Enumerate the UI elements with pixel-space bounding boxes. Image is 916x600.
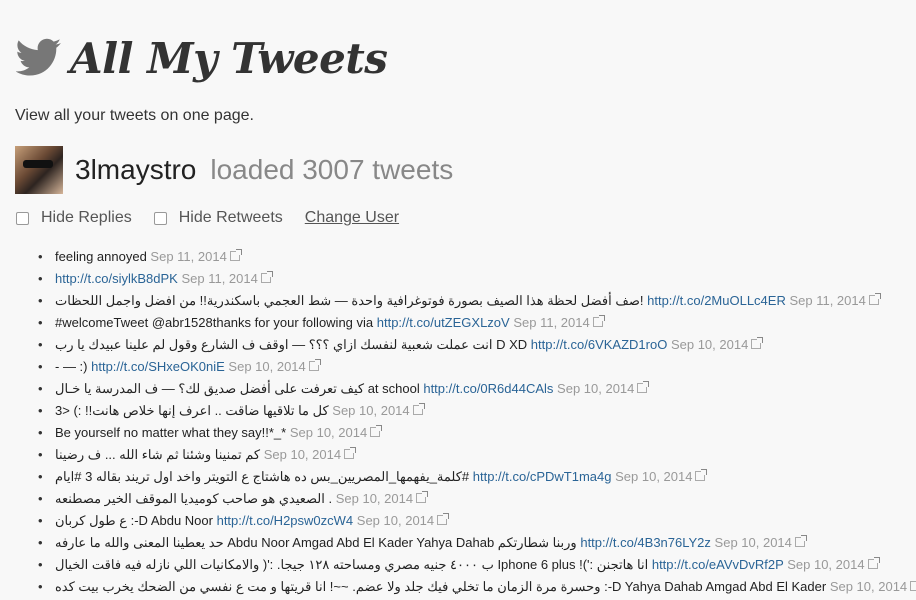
- tweet-item: انت عملت شعبية لنفسك ازاي ؟؟؟ — اوقف ف ا…: [38, 334, 916, 356]
- tagline: View all your tweets on one page.: [15, 107, 254, 124]
- tweet-item: الصعيدي هو صاحب كوميديا الموقف الخير مصط…: [38, 488, 916, 510]
- tweet-item: كلمة_يفهمها_المصريين_بس ده هاشتاج ع التو…: [38, 466, 916, 488]
- app-header: All My Tweets: [16, 28, 388, 88]
- tweet-date[interactable]: Sep 10, 2014: [332, 403, 409, 418]
- tweet-text: كيف تعرفت على أفضل صديق لك؟ — ف المدرسة …: [55, 381, 424, 396]
- external-link-icon[interactable]: [370, 425, 383, 437]
- tweet-text: - — :): [55, 359, 92, 374]
- external-link-icon[interactable]: [867, 557, 880, 569]
- change-user-link[interactable]: Change User: [305, 209, 399, 227]
- external-link-icon[interactable]: [412, 403, 425, 415]
- hide-replies-label: Hide Replies: [41, 209, 132, 226]
- tweet-date[interactable]: Sep 10, 2014: [264, 447, 341, 462]
- tweet-item: كيف تعرفت على أفضل صديق لك؟ — ف المدرسة …: [38, 378, 916, 400]
- external-link-icon[interactable]: [868, 293, 881, 305]
- tweet-text: صف أفضل لحظة هذا الصيف بصورة فوتوغرافية …: [55, 293, 648, 308]
- tweet-item: صف أفضل لحظة هذا الصيف بصورة فوتوغرافية …: [38, 290, 916, 312]
- tweet-text: كلمة_يفهمها_المصريين_بس ده هاشتاج ع التو…: [55, 469, 473, 484]
- tweet-date[interactable]: Sep 10, 2014: [557, 381, 634, 396]
- tweet-link[interactable]: http://t.co/0R6d44CAls: [423, 381, 553, 396]
- tweet-date[interactable]: Sep 10, 2014: [228, 359, 305, 374]
- hide-retweets-label: Hide Retweets: [178, 209, 283, 226]
- filter-controls: Hide Replies Hide Retweets Change User: [16, 209, 399, 227]
- external-link-icon[interactable]: [637, 381, 650, 393]
- tweet-link[interactable]: http://t.co/2MuOLLc4ER: [647, 293, 786, 308]
- tweet-date[interactable]: Sep 11, 2014: [181, 271, 257, 286]
- tweet-item: حد يعطينا المعنى والله ما عارفه Abdu Noo…: [38, 532, 916, 554]
- tweet-item: وحسرة مرة الزمان ما تخلي فيك جلد ولا عضم…: [38, 576, 916, 598]
- tweet-date[interactable]: Sep 10, 2014: [615, 469, 692, 484]
- tweet-item: ب ٤٠٠٠ جنيه مصري ومساحته ١٢٨ جيجا. :'( و…: [38, 554, 916, 576]
- tweet-item: ع طول كربان :-D Abdu Noor http://t.co/H2…: [38, 510, 916, 532]
- external-link-icon[interactable]: [695, 469, 708, 481]
- tweet-date[interactable]: Sep 11, 2014: [513, 315, 589, 330]
- twitter-bird-icon: [16, 38, 61, 76]
- tweet-text: كم تمنينا وشئنا ثم شاء الله ... ف رضينا: [55, 447, 264, 462]
- tweet-item: كم تمنينا وشئنا ثم شاء الله ... ف رضينا …: [38, 444, 916, 466]
- tweet-text: كل ما تلاقيها ضاقت .. اعرف إنها خلاص هان…: [55, 403, 333, 418]
- tweet-text: feeling annoyed: [55, 249, 151, 264]
- tweet-link[interactable]: http://t.co/H2psw0zcW4: [217, 513, 354, 528]
- tweet-text: الصعيدي هو صاحب كوميديا الموقف الخير مصط…: [55, 491, 336, 506]
- avatar: [15, 146, 63, 194]
- hide-retweets-option[interactable]: Hide Retweets: [153, 209, 283, 227]
- external-link-icon[interactable]: [308, 359, 321, 371]
- username: 3lmaystro: [75, 154, 197, 185]
- tweet-link[interactable]: http://t.co/siylkB8dPK: [55, 271, 178, 286]
- tweet-text: #welcomeTweet @abr1528thanks for your fo…: [55, 315, 377, 330]
- tweet-link[interactable]: http://t.co/utZEGXLzoV: [377, 315, 510, 330]
- tweet-count-text: loaded 3007 tweets: [210, 154, 454, 185]
- tweet-date[interactable]: Sep 10, 2014: [357, 513, 434, 528]
- external-link-icon[interactable]: [910, 581, 916, 591]
- tweet-date[interactable]: Sep 10, 2014: [787, 557, 864, 572]
- tweet-link[interactable]: http://t.co/eAVvDvRf2P: [652, 557, 784, 572]
- tweet-date[interactable]: Sep 11, 2014: [150, 249, 226, 264]
- external-link-icon[interactable]: [416, 491, 429, 503]
- tweet-link[interactable]: http://t.co/SHxeOK0niE: [91, 359, 225, 374]
- tweet-text: انت عملت شعبية لنفسك ازاي ؟؟؟ — اوقف ف ا…: [55, 337, 531, 352]
- app-title: All My Tweets: [70, 33, 388, 83]
- external-link-icon[interactable]: [751, 337, 764, 349]
- tweet-text: وحسرة مرة الزمان ما تخلي فيك جلد ولا عضم…: [55, 579, 830, 594]
- tweet-text: حد يعطينا المعنى والله ما عارفه Abdu Noo…: [55, 535, 581, 550]
- tweet-item: Be yourself no matter what they say!!*_*…: [38, 422, 916, 444]
- user-summary: 3lmaystro loaded 3007 tweets: [15, 145, 453, 195]
- tweet-link[interactable]: http://t.co/4B3n76LY2z: [580, 535, 711, 550]
- external-link-icon[interactable]: [229, 249, 242, 261]
- external-link-icon[interactable]: [344, 447, 357, 459]
- tweet-item: #welcomeTweet @abr1528thanks for your fo…: [38, 312, 916, 334]
- tweet-date[interactable]: Sep 11, 2014: [789, 293, 865, 308]
- tweet-item: - — :) http://t.co/SHxeOK0niE Sep 10, 20…: [38, 356, 916, 378]
- tweet-date[interactable]: Sep 10, 2014: [671, 337, 748, 352]
- external-link-icon[interactable]: [794, 535, 807, 547]
- external-link-icon[interactable]: [260, 271, 273, 283]
- hide-replies-option[interactable]: Hide Replies: [16, 209, 132, 227]
- tweet-date[interactable]: Sep 10, 2014: [830, 579, 907, 594]
- hide-replies-checkbox[interactable]: [16, 211, 29, 225]
- tweet-item: feeling annoyed Sep 11, 2014: [38, 246, 916, 268]
- hide-retweets-checkbox[interactable]: [153, 211, 167, 225]
- tweet-date[interactable]: Sep 10, 2014: [715, 535, 792, 550]
- tweet-date[interactable]: Sep 10, 2014: [336, 491, 413, 506]
- tweet-date[interactable]: Sep 10, 2014: [290, 425, 367, 440]
- external-link-icon[interactable]: [592, 315, 605, 327]
- tweet-text: Be yourself no matter what they say!!*_*: [55, 425, 290, 440]
- tweet-text: ب ٤٠٠٠ جنيه مصري ومساحته ١٢٨ جيجا. :'( و…: [55, 557, 652, 572]
- tweet-text: ع طول كربان :-D Abdu Noor: [55, 513, 217, 528]
- tweet-item: http://t.co/siylkB8dPK Sep 11, 2014: [38, 268, 916, 290]
- tweet-link[interactable]: http://t.co/6VKAZD1roO: [531, 337, 668, 352]
- tweet-item: كل ما تلاقيها ضاقت .. اعرف إنها خلاص هان…: [38, 400, 916, 422]
- external-link-icon[interactable]: [437, 513, 450, 525]
- tweet-link[interactable]: http://t.co/cPDwT1ma4g: [473, 469, 612, 484]
- tweet-list: feeling annoyed Sep 11, 2014 http://t.co…: [38, 246, 916, 598]
